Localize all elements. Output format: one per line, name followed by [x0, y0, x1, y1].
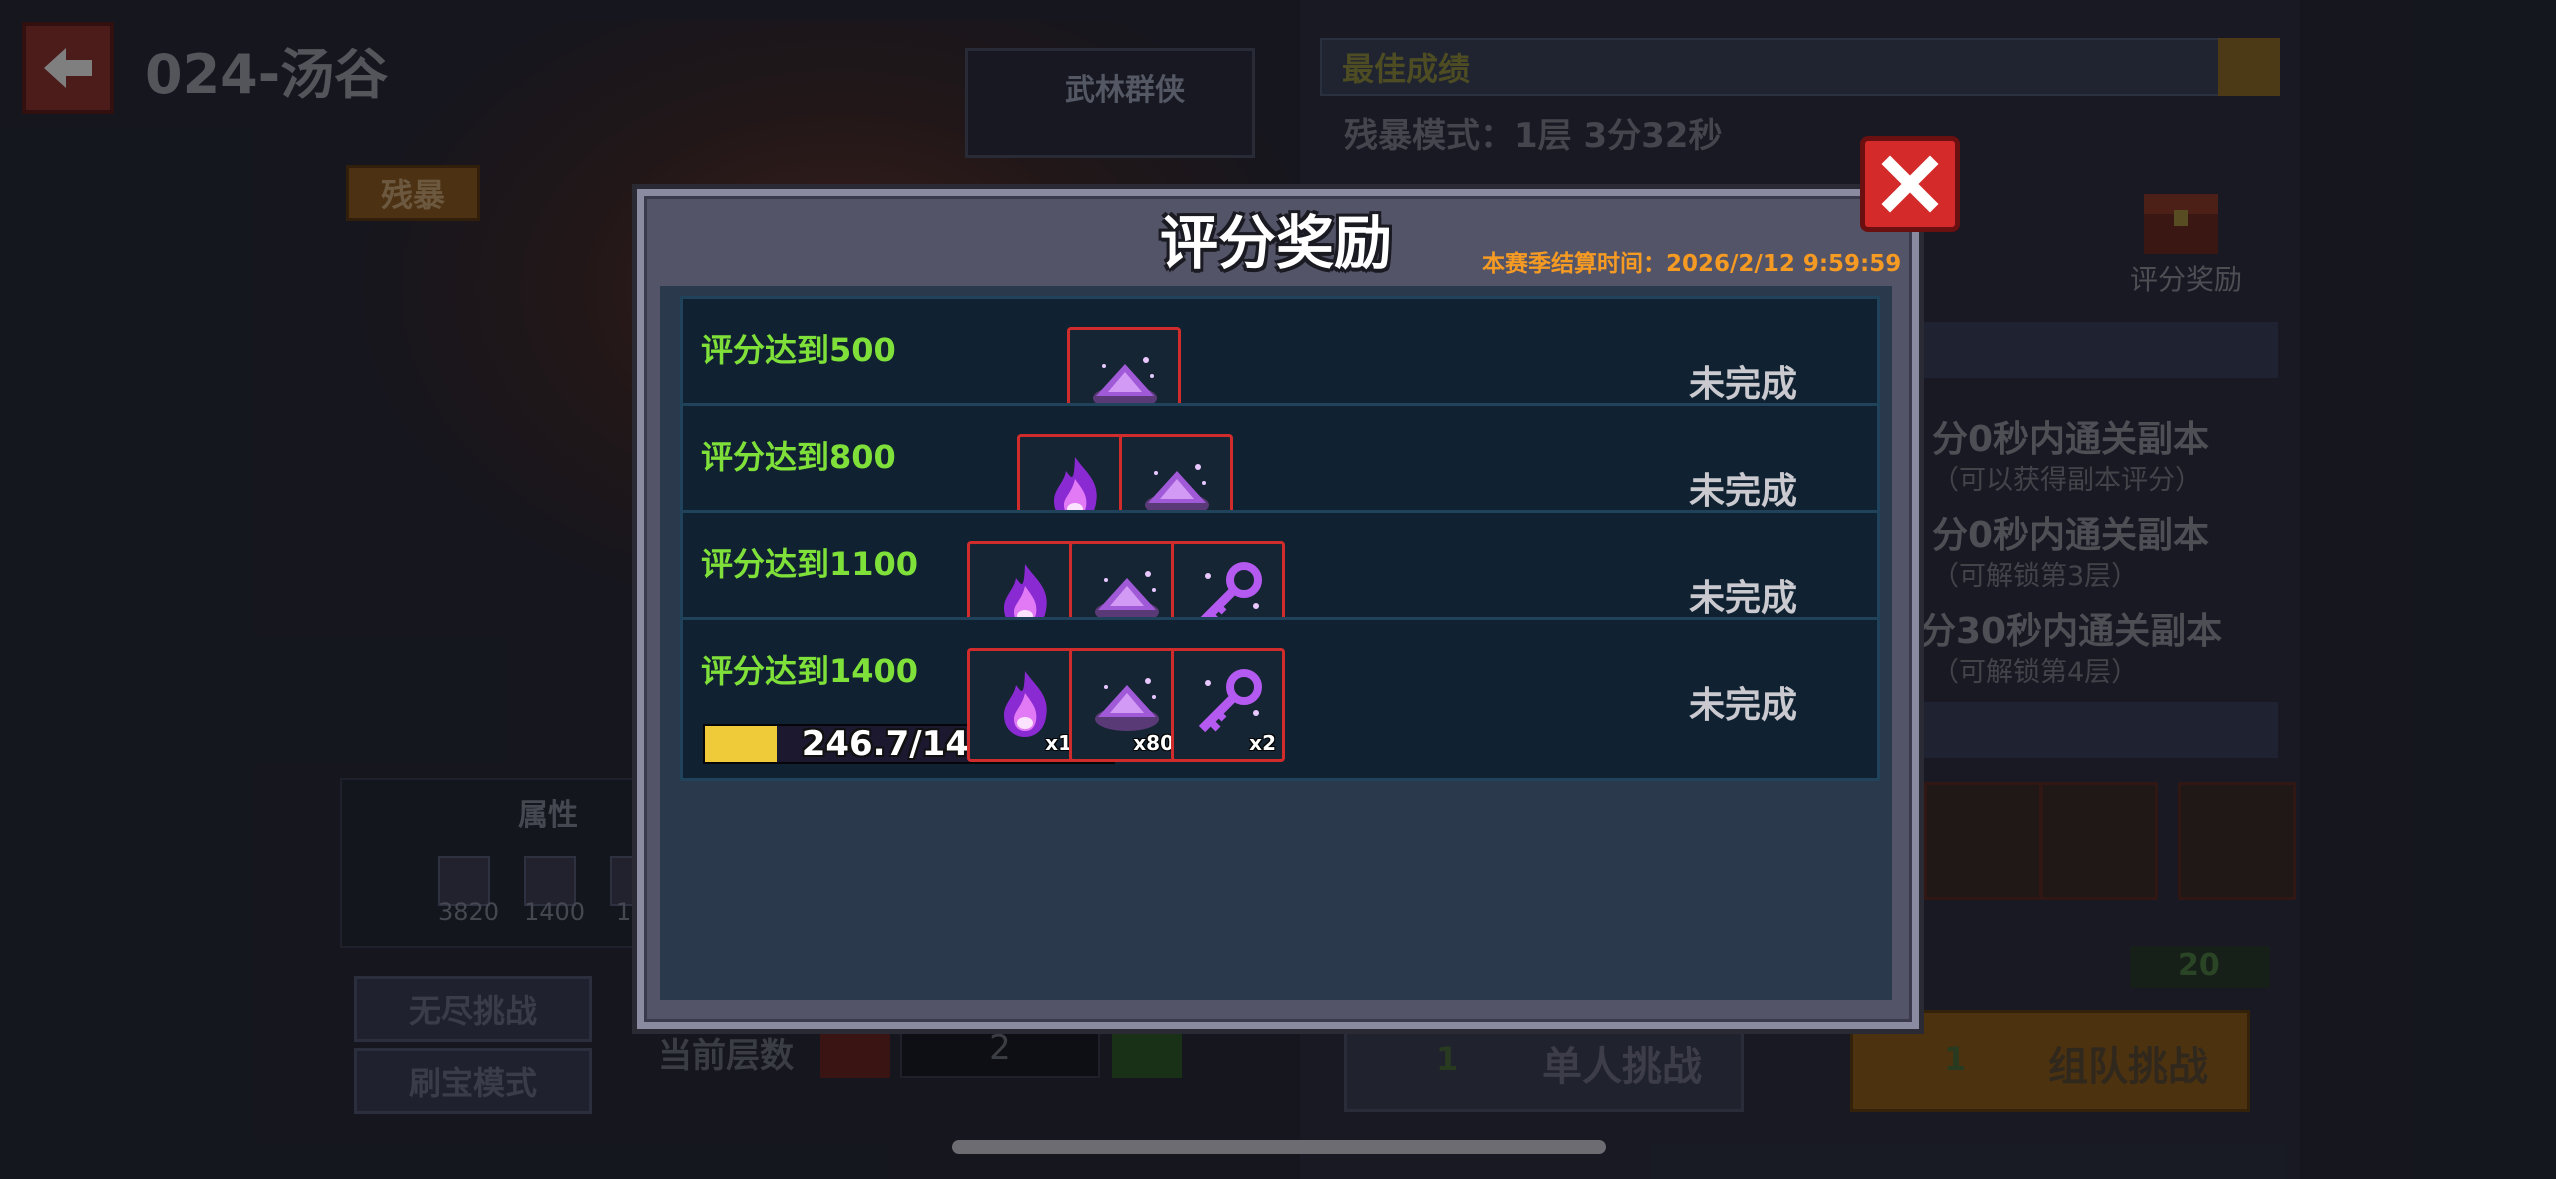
reward-quantity: x2 — [1249, 731, 1276, 755]
reward-threshold: 评分达到1100 — [701, 545, 919, 583]
home-indicator[interactable] — [952, 1140, 1606, 1154]
dialog-title: 评分奖励 — [1160, 209, 1393, 277]
close-button[interactable] — [1860, 136, 1960, 232]
season-end-time: 本赛季结算时间：2026/2/12 9:59:59 — [1482, 251, 1902, 277]
close-icon — [1881, 155, 1939, 213]
reward-status: 未完成 — [1688, 364, 1797, 405]
reward-quantity: x80 — [1133, 731, 1174, 755]
reward-threshold: 评分达到800 — [701, 438, 896, 476]
reward-item[interactable]: x2 — [1171, 648, 1285, 762]
reward-threshold: 评分达到500 — [701, 331, 896, 369]
reward-status: 未完成 — [1688, 578, 1797, 619]
reward-item[interactable]: x80 — [1069, 648, 1183, 762]
reward-threshold: 评分达到1400 — [701, 652, 919, 690]
reward-status: 未完成 — [1688, 471, 1797, 512]
reward-row: 评分达到1400 246.7/1400 x1 x80 x2 未完成 — [680, 617, 1880, 781]
reward-status: 未完成 — [1688, 685, 1797, 726]
reward-item[interactable]: x1 — [967, 648, 1081, 762]
reward-quantity: x1 — [1045, 731, 1072, 755]
